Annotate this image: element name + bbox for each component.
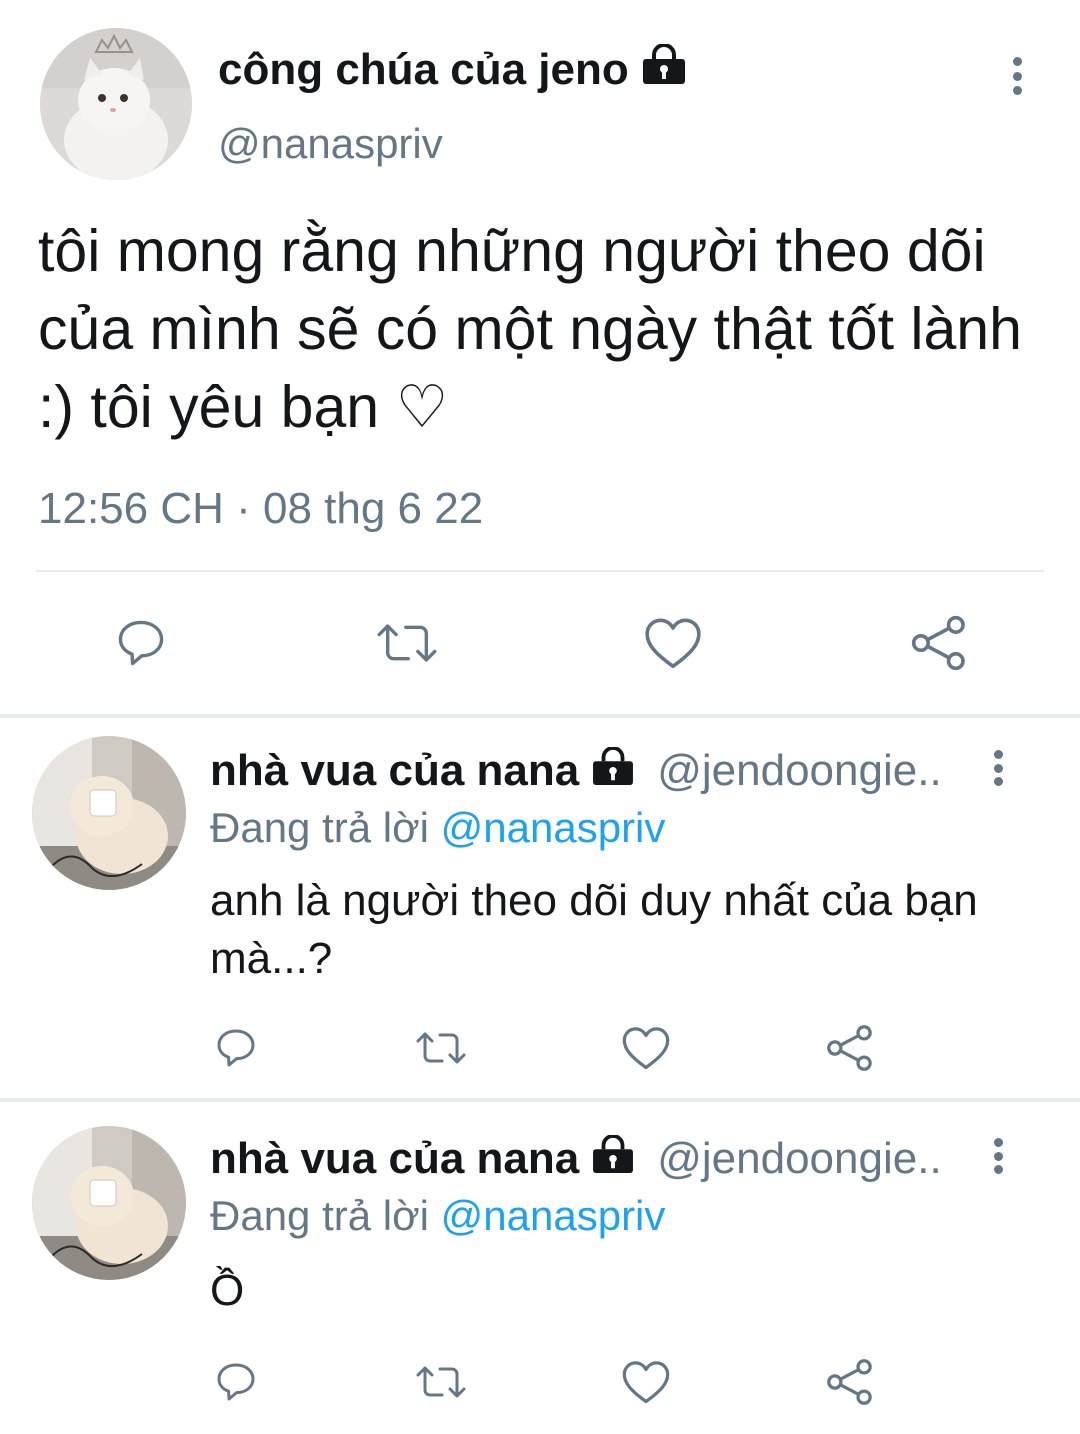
avatar-puppy-image xyxy=(32,1126,186,1280)
reply-author-name[interactable]: nhà vua của nana xyxy=(210,746,635,796)
avatar-puppy-image xyxy=(32,736,186,890)
reply-author-handle[interactable]: @jendoongie.. xyxy=(657,1134,941,1184)
more-vertical-icon[interactable] xyxy=(990,1138,1006,1174)
replying-prefix: Đang trả lời xyxy=(210,804,429,851)
reply-icon[interactable] xyxy=(212,1358,260,1406)
lock-icon xyxy=(641,43,687,95)
replying-to: Đang trả lời @nanaspriv xyxy=(210,1192,665,1240)
divider xyxy=(36,570,1044,572)
author-name-text: công chúa của jeno xyxy=(218,44,629,94)
more-vertical-icon[interactable] xyxy=(990,750,1006,786)
main-tweet: công chúa của jeno @nanaspriv tôi mong r… xyxy=(0,0,1080,716)
share-icon[interactable] xyxy=(824,1024,876,1072)
reply-text: Ồ xyxy=(210,1266,245,1315)
more-vertical-icon[interactable] xyxy=(1009,57,1025,95)
retweet-icon[interactable] xyxy=(412,1358,470,1406)
mention-link[interactable]: @nanaspriv xyxy=(441,1192,666,1239)
lock-icon xyxy=(591,746,635,796)
reply-header: nhà vua của nana @jendoongie.. xyxy=(210,746,942,796)
avatar-cat-image xyxy=(40,28,192,180)
mention-link[interactable]: @nanaspriv xyxy=(441,804,666,851)
reply-header: nhà vua của nana @jendoongie.. xyxy=(210,1134,942,1184)
share-icon[interactable] xyxy=(908,614,970,672)
replying-prefix: Đang trả lời xyxy=(210,1192,429,1239)
share-icon[interactable] xyxy=(824,1358,876,1406)
author-name[interactable]: công chúa của jeno xyxy=(218,43,687,95)
reply-tweet[interactable]: nhà vua của nana @jendoongie.. Đang trả … xyxy=(0,718,1080,1098)
reply-author-name-text: nhà vua của nana xyxy=(210,1134,580,1183)
reply-icon[interactable] xyxy=(112,614,170,672)
reply-author-name[interactable]: nhà vua của nana xyxy=(210,1134,635,1184)
heart-icon[interactable] xyxy=(620,1358,672,1406)
author-handle[interactable]: @nanaspriv xyxy=(218,120,443,168)
heart-icon[interactable] xyxy=(642,614,704,672)
reply-avatar[interactable] xyxy=(32,736,186,890)
retweet-icon[interactable] xyxy=(412,1024,470,1072)
tweet-timestamp[interactable]: 12:56 CH · 08 thg 6 22 xyxy=(38,484,483,534)
reply-author-name-text: nhà vua của nana xyxy=(210,746,580,795)
heart-icon[interactable] xyxy=(620,1024,672,1072)
replying-to: Đang trả lời @nanaspriv xyxy=(210,804,665,852)
reply-tweet[interactable]: nhà vua của nana @jendoongie.. Đang trả … xyxy=(0,1102,1080,1434)
reply-avatar[interactable] xyxy=(32,1126,186,1280)
reply-author-handle[interactable]: @jendoongie.. xyxy=(657,746,941,796)
reply-icon[interactable] xyxy=(212,1024,260,1072)
retweet-icon[interactable] xyxy=(373,614,441,672)
main-avatar[interactable] xyxy=(40,28,192,180)
tweet-text: tôi mong rằng những người theo dõi của m… xyxy=(38,218,1022,440)
lock-icon xyxy=(591,1134,635,1184)
reply-text: anh là người theo dõi duy nhất của bạn m… xyxy=(210,876,978,983)
